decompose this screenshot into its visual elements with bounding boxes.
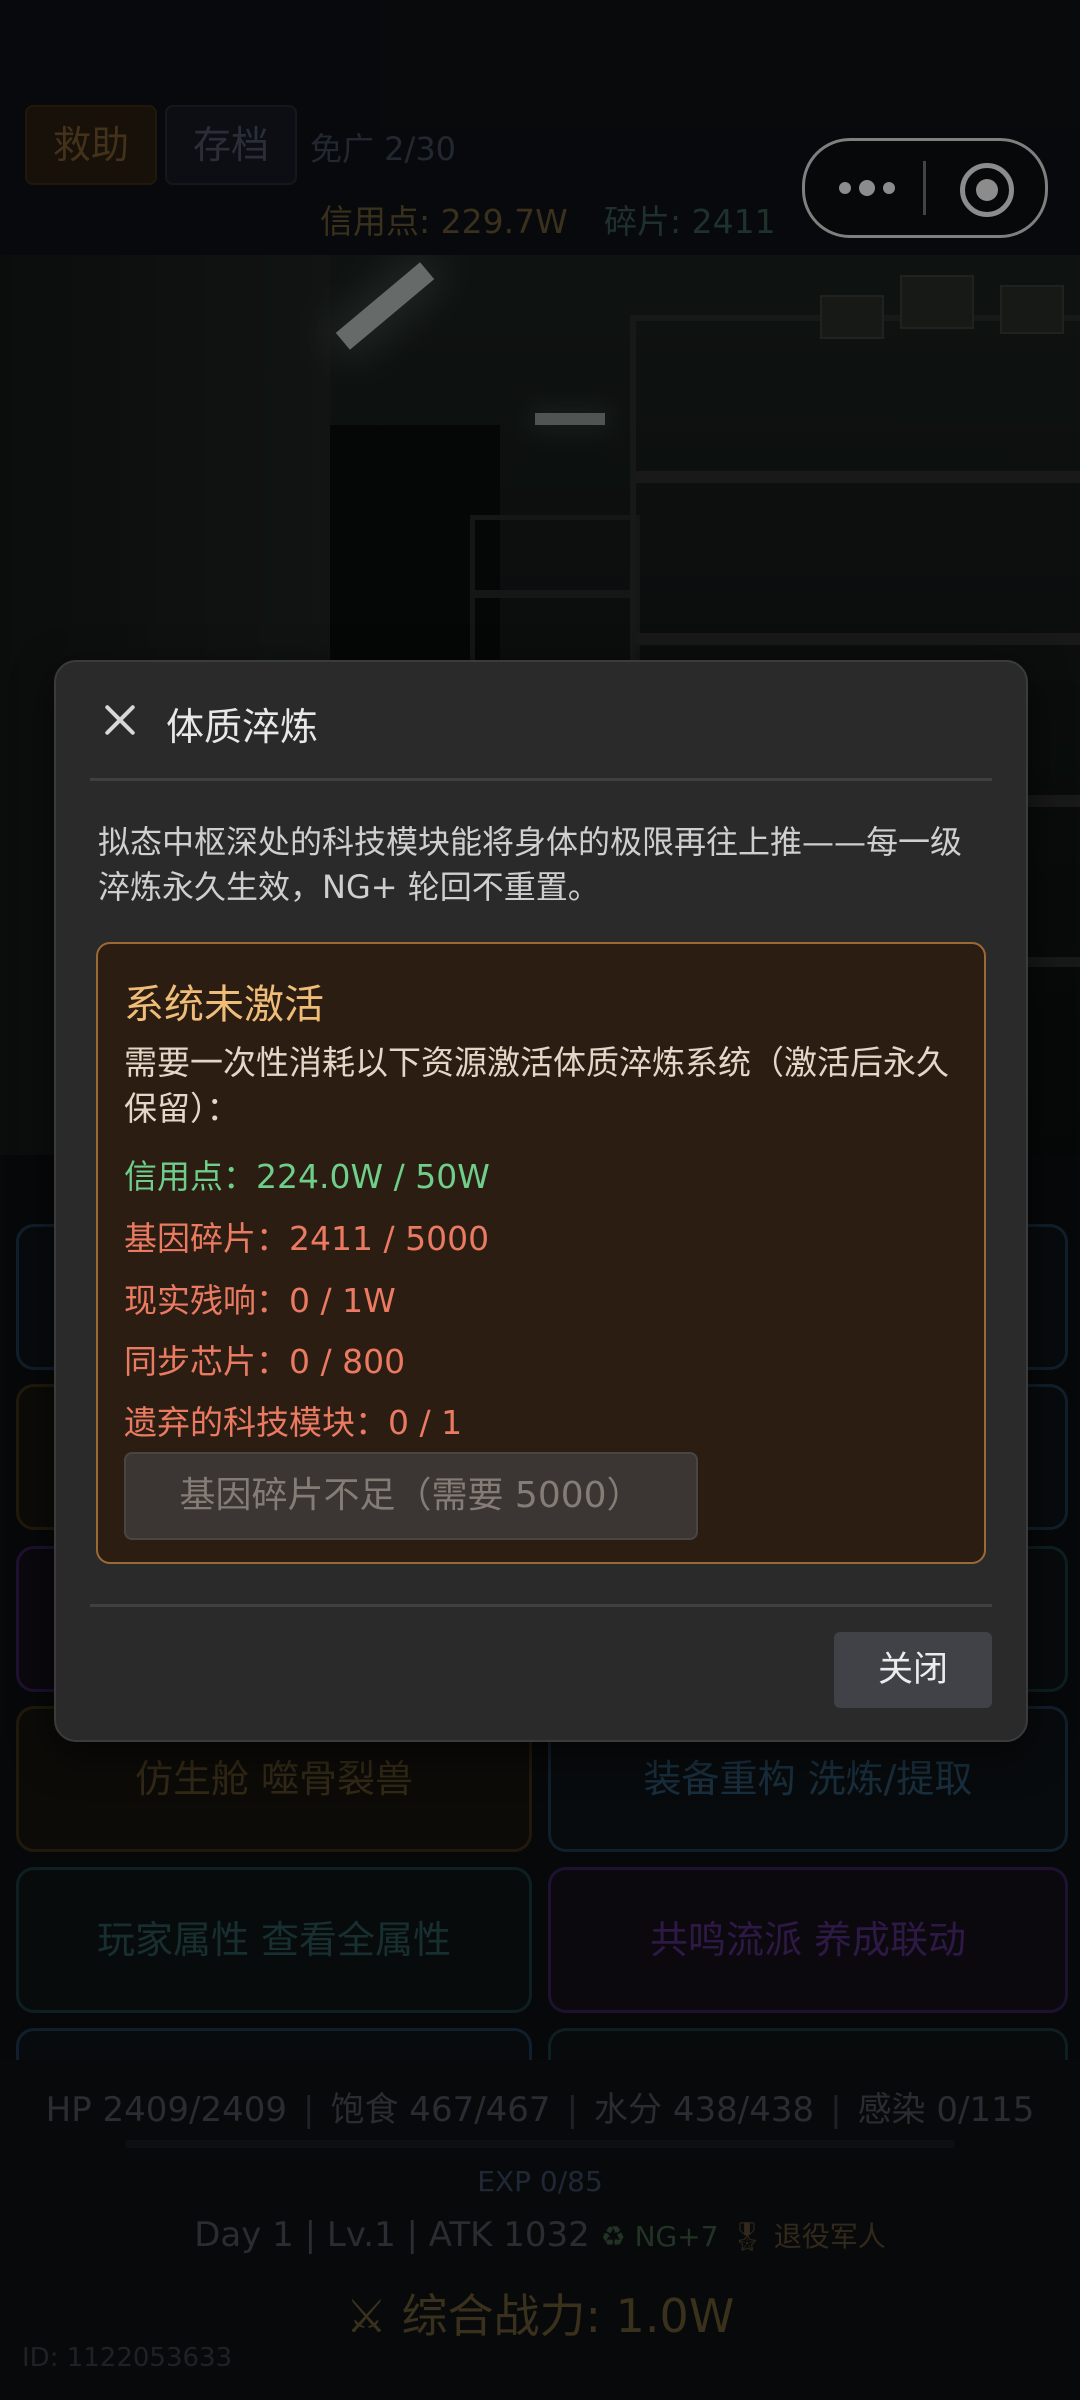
activate-button-disabled[interactable]: 基因碎片不足（需要 5000） [124, 1452, 698, 1540]
divider [90, 1604, 992, 1607]
requirement-item: 现实残响：0 / 1W [124, 1281, 396, 1320]
divider [90, 778, 992, 781]
close-button[interactable]: 关闭 [834, 1632, 992, 1708]
requirement-item: 同步芯片：0 / 800 [124, 1342, 406, 1381]
requirement-item: 信用点：224.0W / 50W [124, 1157, 490, 1196]
card-title: 系统未激活 [124, 982, 324, 1028]
requirement-item: 遗弃的科技模块：0 / 1 [124, 1403, 463, 1442]
dialog-description: 拟态中枢深处的科技模块能将身体的极限再往上推——每一级淬炼永久生效，NG+ 轮回… [98, 823, 963, 906]
dialog-title: 体质淬炼 [166, 705, 319, 749]
close-icon[interactable] [98, 698, 142, 742]
physique-tempering-dialog: 体质淬炼 拟态中枢深处的科技模块能将身体的极限再往上推——每一级淬炼永久生效，N… [54, 660, 1028, 1742]
requirement-item: 基因碎片：2411 / 5000 [124, 1219, 490, 1258]
card-description: 需要一次性消耗以下资源激活体质淬炼系统（激活后永久保留）： [124, 1043, 949, 1128]
activation-card: 系统未激活 需要一次性消耗以下资源激活体质淬炼系统（激活后永久保留）： 信用点：… [96, 942, 986, 1564]
